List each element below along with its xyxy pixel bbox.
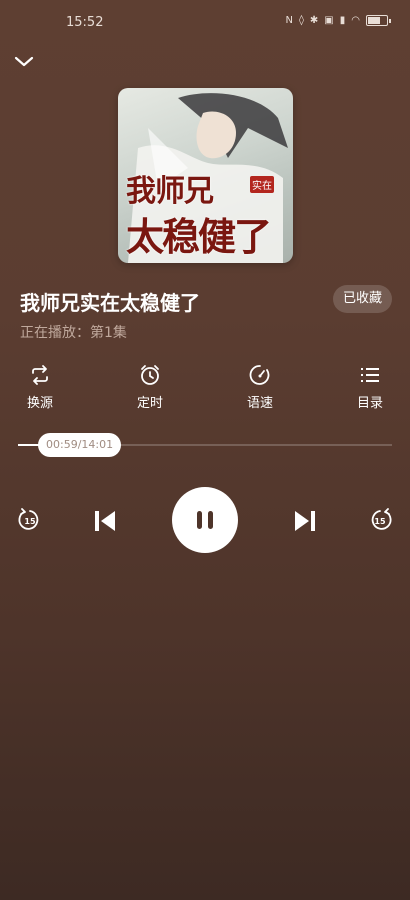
timer-button[interactable]: 定时 [120, 364, 180, 411]
status-time: 15:52 [66, 15, 104, 30]
svg-text:15: 15 [374, 517, 386, 526]
cover-title-line2: 太稳健了 [126, 214, 272, 259]
progress-track[interactable]: 00:59/14:01 [18, 433, 392, 457]
chevron-down-icon [14, 56, 34, 67]
hd-icon: ▣ [324, 15, 334, 26]
playback-controls: 15 15 [0, 487, 410, 554]
speed-gauge-icon [249, 365, 270, 385]
svg-text:15: 15 [24, 517, 36, 526]
switch-source-icon [32, 365, 48, 385]
bluetooth-icon: ✱ [309, 15, 319, 26]
status-bar: 15:52 N ◊ ✱ ▣ ▮ ◠ [0, 0, 410, 44]
catalog-label: 目录 [356, 396, 383, 411]
collapse-button[interactable] [12, 50, 36, 74]
now-playing-label: 正在播放：第1集 [20, 325, 127, 341]
previous-button[interactable] [90, 506, 120, 536]
action-bar: 换源 定时 语速 目录 [0, 364, 410, 420]
alarm-clock-icon [141, 365, 159, 385]
wifi-icon: ◠ [351, 15, 360, 26]
pause-button[interactable] [172, 487, 238, 553]
book-cover: 我师兄 太稳健了 实在 [118, 88, 293, 263]
pause-icon [197, 511, 213, 529]
battery-icon [366, 15, 391, 26]
forward-15-icon: 15 [371, 508, 392, 530]
book-title: 我师兄实在太稳健了 [20, 291, 200, 315]
vibrate-icon: ◊ [298, 15, 304, 26]
speed-label: 语速 [246, 396, 273, 411]
cover-stamp: 实在 [250, 176, 274, 193]
favorite-button[interactable]: 已收藏 [332, 285, 392, 313]
nfc-icon: N [285, 15, 293, 26]
rewind-15-icon: 15 [18, 508, 39, 530]
next-button[interactable] [290, 506, 320, 536]
switch-source-label: 换源 [26, 396, 53, 411]
skip-next-icon [295, 511, 315, 531]
rewind-15-button[interactable]: 15 [16, 506, 44, 534]
timer-label: 定时 [136, 396, 163, 411]
catalog-button[interactable]: 目录 [340, 364, 400, 411]
signal-icon: ▮ [339, 15, 346, 26]
speed-button[interactable]: 语速 [230, 364, 290, 411]
switch-source-button[interactable]: 换源 [10, 364, 70, 411]
skip-previous-icon [95, 511, 115, 531]
progress-thumb[interactable]: 00:59/14:01 [38, 433, 122, 457]
forward-15-button[interactable]: 15 [366, 506, 394, 534]
status-icons: N ◊ ✱ ▣ ▮ ◠ [285, 15, 391, 26]
list-icon [361, 368, 379, 382]
